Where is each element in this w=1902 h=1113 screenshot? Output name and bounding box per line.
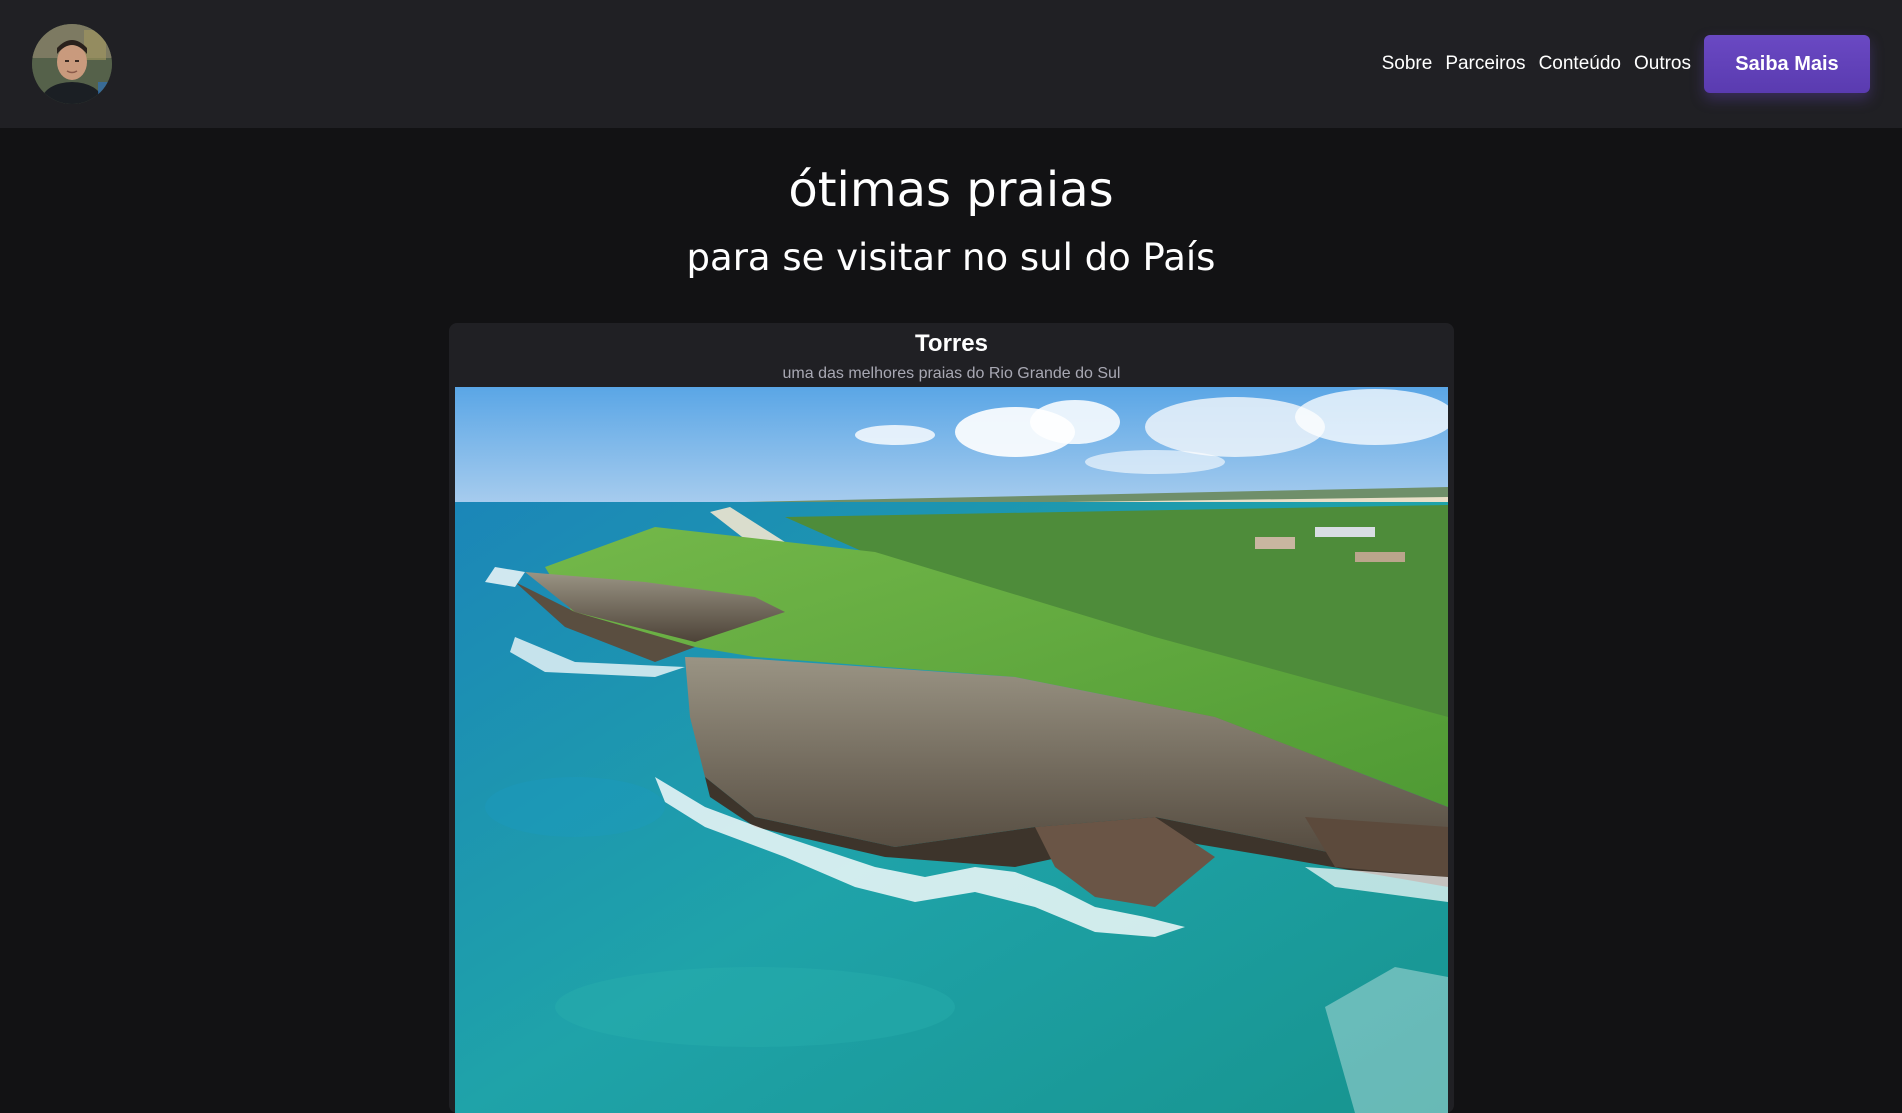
main-nav: Sobre Parceiros Conteúdo Outros Saiba Ma… <box>1382 35 1870 93</box>
nav-link-outros[interactable]: Outros <box>1634 53 1691 75</box>
site-header: Sobre Parceiros Conteúdo Outros Saiba Ma… <box>0 0 1902 128</box>
hero-title: ótimas praias <box>788 162 1114 218</box>
card-subtitle: uma das melhores praias do Rio Grande do… <box>782 365 1121 382</box>
nav-link-parceiros[interactable]: Parceiros <box>1445 53 1525 75</box>
beach-landscape-image <box>455 387 1448 1113</box>
avatar-photo <box>32 24 112 104</box>
nav-link-sobre[interactable]: Sobre <box>1382 53 1433 75</box>
nav-link-conteudo[interactable]: Conteúdo <box>1539 53 1621 75</box>
avatar[interactable] <box>32 24 112 104</box>
beach-photo <box>455 387 1448 1113</box>
beach-card: Torres uma das melhores praias do Rio Gr… <box>449 323 1454 1113</box>
card-title: Torres <box>915 330 988 357</box>
hero-subtitle: para se visitar no sul do País <box>686 236 1216 279</box>
saiba-mais-button[interactable]: Saiba Mais <box>1704 35 1870 93</box>
